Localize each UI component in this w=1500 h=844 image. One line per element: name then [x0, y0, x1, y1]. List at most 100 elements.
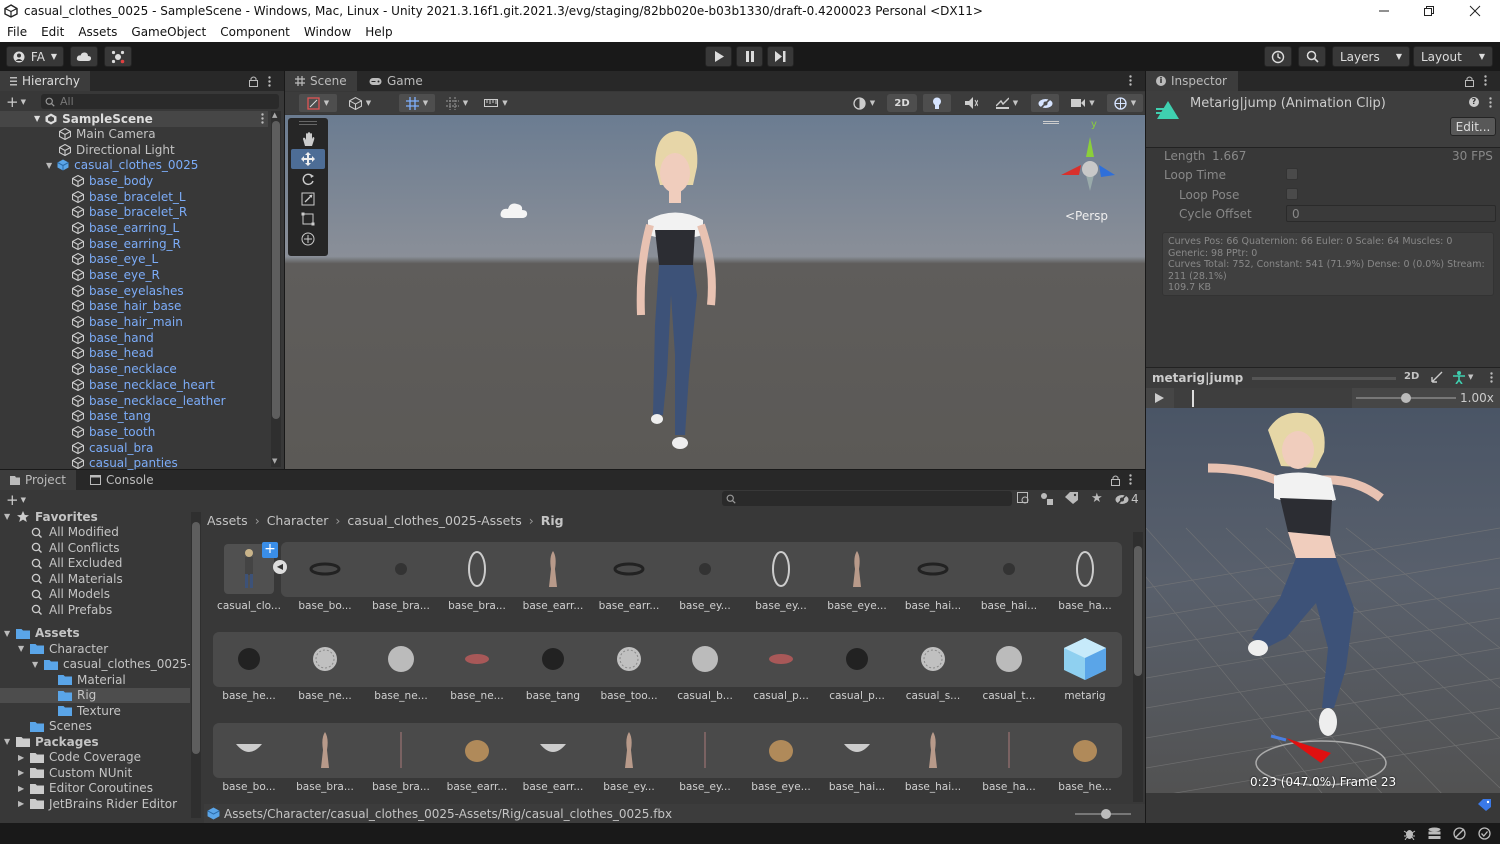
expand-arrow-icon[interactable]: ▼ [4, 629, 16, 638]
asset-label[interactable]: base_hai... [819, 781, 895, 793]
hierarchy-item-child[interactable]: base_eyelashes [0, 283, 268, 299]
asset-thumbnail[interactable] [452, 725, 502, 775]
asset-label[interactable]: base_too... [591, 690, 667, 702]
collapsed-arrow-icon[interactable]: ▶ [18, 799, 30, 808]
asset-thumbnail[interactable] [756, 544, 806, 594]
avatar-dropdown[interactable]: ▼ [1452, 370, 1473, 384]
history-button[interactable] [1264, 46, 1292, 67]
hierarchy-item-child[interactable]: base_hair_main [0, 314, 268, 330]
hierarchy-item-child[interactable]: base_earring_R [0, 236, 268, 252]
tab-inspector[interactable]: i Inspector [1146, 71, 1238, 91]
close-icon[interactable] [1467, 3, 1483, 19]
scene-viewport[interactable]: y <Persp [285, 115, 1145, 469]
overlay-menu-handle[interactable] [1043, 121, 1059, 124]
hierarchy-item-child[interactable]: casual_bra [0, 440, 268, 456]
progress-icon[interactable] [1453, 827, 1466, 840]
debug-icon[interactable] [1403, 827, 1416, 840]
create-button[interactable]: + ▼ [6, 93, 26, 111]
lock-icon[interactable] [1110, 474, 1120, 486]
hierarchy-item-child[interactable]: base_necklace_heart [0, 377, 268, 393]
tree-package[interactable]: ▶ Custom NUnit [0, 765, 190, 781]
scale-tool[interactable] [291, 189, 325, 209]
asset-thumbnail[interactable] [984, 544, 1034, 594]
menu-help[interactable]: Help [365, 22, 392, 42]
2d-toggle[interactable]: 2D [887, 94, 917, 112]
tree-package[interactable]: ▶ Editor Coroutines [0, 781, 190, 797]
tree-folder[interactable]: Material [0, 672, 190, 688]
asset-thumbnail[interactable] [908, 634, 958, 684]
asset-label[interactable]: base_tang [515, 690, 591, 702]
asset-label[interactable]: base_he... [211, 690, 287, 702]
hierarchy-item-child[interactable]: casual_panties [0, 455, 268, 471]
tree-favorite-item[interactable]: All Materials [0, 571, 190, 587]
ruler-dropdown[interactable]: ▼ [479, 94, 513, 112]
asset-label[interactable]: base_ha... [1047, 600, 1123, 612]
more-options-icon[interactable] [266, 75, 272, 87]
speed-slider-track[interactable] [1356, 393, 1456, 403]
project-create-button[interactable]: + ▼ [6, 491, 26, 509]
play-button[interactable] [705, 46, 732, 67]
effects-dropdown[interactable]: ▼ [989, 94, 1025, 112]
menu-window[interactable]: Window [304, 22, 351, 42]
loop-time-checkbox[interactable] [1286, 168, 1298, 180]
asset-label[interactable]: base_eye... [819, 600, 895, 612]
camera-dropdown[interactable]: ▼ [1065, 94, 1101, 112]
hierarchy-item-child[interactable]: base_hand [0, 330, 268, 346]
asset-thumbnail[interactable] [452, 544, 502, 594]
shading-mode-dropdown[interactable]: ▼ [845, 94, 883, 112]
preview-viewport[interactable]: 0:23 (047.0%) Frame 23 [1146, 408, 1500, 793]
loop-pose-checkbox[interactable] [1286, 188, 1298, 200]
hierarchy-item-child[interactable]: base_bracelet_L [0, 189, 268, 205]
tree-folder[interactable]: ▼ Character [0, 641, 190, 657]
help-icon[interactable]: ? [1469, 97, 1479, 107]
asset-thumbnail[interactable] [984, 725, 1034, 775]
tree-folder[interactable]: ▼ casual_clothes_0025-/ [0, 657, 190, 673]
asset-thumbnail[interactable] [528, 544, 578, 594]
asset-label[interactable]: casual_t... [971, 690, 1047, 702]
time-cursor[interactable] [1191, 390, 1194, 407]
pivot-icon[interactable] [1430, 370, 1444, 384]
collab-button[interactable] [104, 46, 132, 67]
asset-thumbnail[interactable] [376, 544, 426, 594]
asset-label[interactable]: base_hai... [971, 600, 1047, 612]
asset-grid-scrollbar-thumb[interactable] [1134, 546, 1142, 676]
asset-thumbnail[interactable] [376, 634, 426, 684]
hierarchy-item-child[interactable]: base_necklace [0, 361, 268, 377]
palette-handle[interactable] [299, 121, 317, 125]
asset-label[interactable]: base_earr... [591, 600, 667, 612]
more-options-icon[interactable] [1129, 75, 1132, 86]
breadcrumb-casual-clothes[interactable]: casual_clothes_0025-Assets [347, 513, 521, 528]
tree-favorite-item[interactable]: All Conflicts [0, 540, 190, 556]
asset-label[interactable]: base_ne... [439, 690, 515, 702]
breadcrumb-character[interactable]: Character [267, 513, 329, 528]
tree-package[interactable]: ▶ Code Coverage [0, 750, 190, 766]
hierarchy-search[interactable]: All [41, 94, 279, 109]
asset-label[interactable]: base_eye... [743, 781, 819, 793]
asset-label[interactable]: base_bo... [211, 781, 287, 793]
hierarchy-item-child[interactable]: base_bracelet_R [0, 204, 268, 220]
hierarchy-item-child[interactable]: base_tooth [0, 424, 268, 440]
asset-label[interactable]: base_ey... [667, 781, 743, 793]
collapse-asset-icon[interactable]: ◀ [273, 560, 287, 574]
asset-thumbnail[interactable] [908, 725, 958, 775]
asset-thumbnail[interactable] [300, 725, 350, 775]
asset-label[interactable]: base_ey... [667, 600, 743, 612]
collapsed-arrow-icon[interactable]: ▶ [18, 753, 30, 762]
asset-thumbnail[interactable] [604, 544, 654, 594]
grid-snap-dropdown[interactable]: ▼ [399, 94, 435, 112]
tree-favorite-item[interactable]: All Prefabs [0, 602, 190, 618]
layers-dropdown[interactable]: Layers ▼ [1332, 46, 1410, 67]
expand-arrow-icon[interactable]: ▼ [4, 512, 16, 521]
asset-thumbnail[interactable] [528, 725, 578, 775]
asset-thumbnail[interactable] [300, 544, 350, 594]
icon-size-slider[interactable] [1075, 809, 1131, 819]
account-dropdown[interactable]: FA ▼ [6, 46, 64, 67]
asset-label[interactable]: casual_p... [819, 690, 895, 702]
cloud-button[interactable] [70, 46, 98, 67]
asset-thumbnail[interactable] [756, 634, 806, 684]
asset-label[interactable]: base_earr... [515, 600, 591, 612]
asset-thumbnail[interactable] [832, 544, 882, 594]
persp-label[interactable]: <Persp [1065, 209, 1108, 223]
asset-label[interactable]: base_bo... [287, 600, 363, 612]
tree-package[interactable]: ▶ JetBrains Rider Editor [0, 796, 190, 812]
